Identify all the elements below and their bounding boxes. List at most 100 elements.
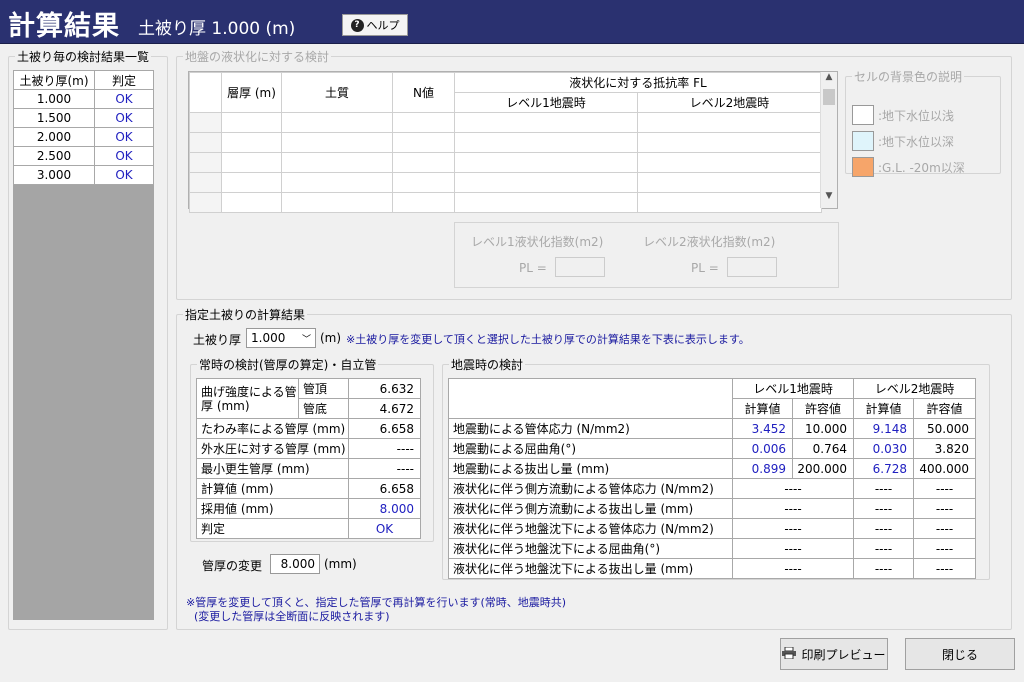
fl-cell[interactable] bbox=[221, 132, 282, 153]
fl-cell[interactable] bbox=[221, 112, 282, 133]
fl-cell[interactable] bbox=[392, 132, 455, 153]
seismic-allow-l2: 3.820 bbox=[913, 438, 977, 459]
normal-row: 外水圧に対する管厚 (mm) ---- bbox=[196, 438, 421, 459]
depth-value: 1.500 bbox=[13, 108, 95, 128]
seismic-header-allow-l2: 許容値 bbox=[913, 398, 977, 419]
fl-row[interactable] bbox=[189, 132, 822, 153]
fl-row[interactable] bbox=[189, 172, 822, 193]
bending-label: 曲げ強度による管厚 (mm) bbox=[196, 378, 299, 419]
fl-cell[interactable] bbox=[637, 112, 822, 133]
fl-cell[interactable] bbox=[221, 192, 282, 213]
seismic-header-calc-l1: 計算値 bbox=[732, 398, 793, 419]
seismic-row: 地震動による管体応力 (N/mm2) 3.452 10.000 9.148 50.000 bbox=[448, 418, 977, 439]
fl-row[interactable] bbox=[189, 112, 822, 133]
title-bar: 計算結果 土被り厚 1.000 (m) ? ヘルプ bbox=[0, 0, 1024, 44]
fl-cell[interactable] bbox=[454, 192, 638, 213]
seismic-allow-l2: ---- bbox=[913, 538, 977, 559]
judgement-value: OK bbox=[94, 165, 154, 185]
pl-box: レベル1液状化指数(m2) レベル2液状化指数(m2) PL = PL = bbox=[454, 222, 839, 288]
seismic-calc-l2: 0.030 bbox=[853, 438, 915, 459]
thickness-change-label: 管厚の変更 bbox=[202, 559, 263, 573]
depth-row[interactable]: 1.500 OK bbox=[13, 108, 154, 128]
fl-header-thickness: 層厚 (m) bbox=[221, 72, 282, 113]
fl-cell[interactable] bbox=[392, 152, 455, 173]
fl-cell[interactable] bbox=[637, 132, 822, 153]
window-title: 計算結果 bbox=[8, 11, 120, 42]
fl-cell[interactable] bbox=[281, 132, 393, 153]
normal-row-label: たわみ率による管厚 (mm) bbox=[196, 418, 349, 439]
seismic-row-label: 液状化に伴う地盤沈下による管体応力 (N/mm2) bbox=[448, 518, 733, 539]
seismic-calc-l2: ---- bbox=[853, 498, 915, 519]
close-button-label: 閉じる bbox=[941, 647, 978, 662]
depth-row[interactable]: 2.500 OK bbox=[13, 146, 154, 166]
fl-cell[interactable] bbox=[221, 172, 282, 193]
seismic-row: 液状化に伴う地盤沈下による管体応力 (N/mm2) ---- ---- ---- bbox=[448, 518, 977, 539]
depth-select-value: 1.000 bbox=[251, 331, 286, 345]
seismic-row: 液状化に伴う側方流動による抜出し量 (mm) ---- ---- ---- bbox=[448, 498, 977, 519]
depth-row[interactable]: 1.000 OK bbox=[13, 89, 154, 109]
seismic-allow-l2: 400.000 bbox=[913, 458, 977, 479]
depth-value: 3.000 bbox=[13, 165, 95, 185]
fl-cell[interactable] bbox=[392, 192, 455, 213]
seismic-level1-merged: ---- bbox=[731, 478, 855, 499]
depth-results-table: 土被り厚(m) 判定 1.000 OK 1.500 OK 2.000 OK 2.500 OK 3… bbox=[13, 70, 154, 185]
fl-cell[interactable] bbox=[454, 112, 638, 133]
fl-row[interactable] bbox=[189, 192, 822, 213]
help-button[interactable]: ? ヘルプ bbox=[342, 14, 408, 36]
normal-row-label: 外水圧に対する管厚 (mm) bbox=[196, 438, 349, 459]
fl-cell[interactable] bbox=[392, 172, 455, 193]
fl-cell[interactable] bbox=[454, 152, 638, 173]
fl-cell[interactable] bbox=[281, 152, 393, 173]
depth-results-list[interactable]: 土被り厚(m) 判定 1.000 OK 1.500 OK 2.000 OK 2.500 OK 3… bbox=[13, 70, 154, 620]
fl-cell[interactable] bbox=[281, 112, 393, 133]
thickness-change-input[interactable]: 8.000 bbox=[270, 554, 320, 574]
cell-color-legend-title: セルの背景色の説明 bbox=[854, 70, 963, 84]
depth-row[interactable]: 3.000 OK bbox=[13, 165, 154, 185]
fl-grid[interactable]: 層厚 (m) 土質 N値 液状化に対する抵抗率 FL レベル1地震時 レベル2地… bbox=[188, 71, 838, 213]
scroll-down-icon[interactable]: ▼ bbox=[821, 191, 837, 208]
fl-row[interactable] bbox=[189, 152, 822, 173]
seismic-level1-merged: ---- bbox=[731, 498, 855, 519]
fl-cell[interactable] bbox=[637, 152, 822, 173]
judgement-value: OK bbox=[94, 127, 154, 147]
pl-level2-label: PL = bbox=[691, 261, 719, 275]
close-button[interactable]: 閉じる bbox=[905, 638, 1015, 670]
scroll-thumb[interactable] bbox=[823, 89, 835, 105]
seismic-row: 地震動による屈曲角(°) 0.006 0.764 0.030 3.820 bbox=[448, 438, 977, 459]
seismic-level1-merged: ---- bbox=[731, 538, 855, 559]
fl-cell[interactable] bbox=[281, 172, 393, 193]
legend-label: :地下水位以浅 bbox=[878, 108, 955, 123]
seismic-allow-l2: ---- bbox=[913, 498, 977, 519]
fl-cell[interactable] bbox=[454, 172, 638, 193]
seismic-allow-l1: 10.000 bbox=[791, 418, 855, 439]
depth-select[interactable]: 1.000 ﹀ bbox=[246, 328, 316, 348]
depth-value: 2.000 bbox=[13, 127, 95, 147]
fl-cell[interactable] bbox=[221, 152, 282, 173]
fl-row-header[interactable] bbox=[189, 172, 222, 193]
column-header-depth: 土被り厚(m) bbox=[13, 70, 95, 90]
fl-cell[interactable] bbox=[637, 172, 822, 193]
seismic-allow-l2: ---- bbox=[913, 518, 977, 539]
pl-level2-title: レベル2液状化指数(m2) bbox=[643, 235, 776, 249]
fl-cell[interactable] bbox=[392, 112, 455, 133]
fl-scrollbar[interactable]: ▲ ▼ bbox=[820, 72, 837, 208]
judgement-value: OK bbox=[94, 108, 154, 128]
depth-select-label: 土被り厚 bbox=[193, 333, 242, 347]
fl-row-header[interactable] bbox=[189, 112, 222, 133]
seismic-row: 液状化に伴う地盤沈下による抜出し量 (mm) ---- ---- ---- bbox=[448, 558, 977, 579]
fl-cell[interactable] bbox=[637, 192, 822, 213]
depth-row[interactable]: 2.000 OK bbox=[13, 127, 154, 147]
recalc-note-line2: (変更した管厚は全断面に反映されます) bbox=[194, 610, 390, 623]
scroll-up-icon[interactable]: ▲ bbox=[821, 72, 837, 89]
swatch-below-water bbox=[852, 131, 874, 151]
fl-row-header[interactable] bbox=[189, 192, 222, 213]
depth-value: 1.000 bbox=[13, 89, 95, 109]
fl-cell[interactable] bbox=[281, 192, 393, 213]
normal-row-label: 判定 bbox=[196, 518, 349, 539]
print-preview-button[interactable]: 印刷プレビュー bbox=[780, 638, 888, 670]
fl-cell[interactable] bbox=[454, 132, 638, 153]
thickness-change-unit: (mm) bbox=[324, 557, 357, 571]
fl-row-header[interactable] bbox=[189, 132, 222, 153]
liquefaction-legend: 地盤の液状化に対する検討 bbox=[185, 50, 330, 64]
fl-row-header[interactable] bbox=[189, 152, 222, 173]
